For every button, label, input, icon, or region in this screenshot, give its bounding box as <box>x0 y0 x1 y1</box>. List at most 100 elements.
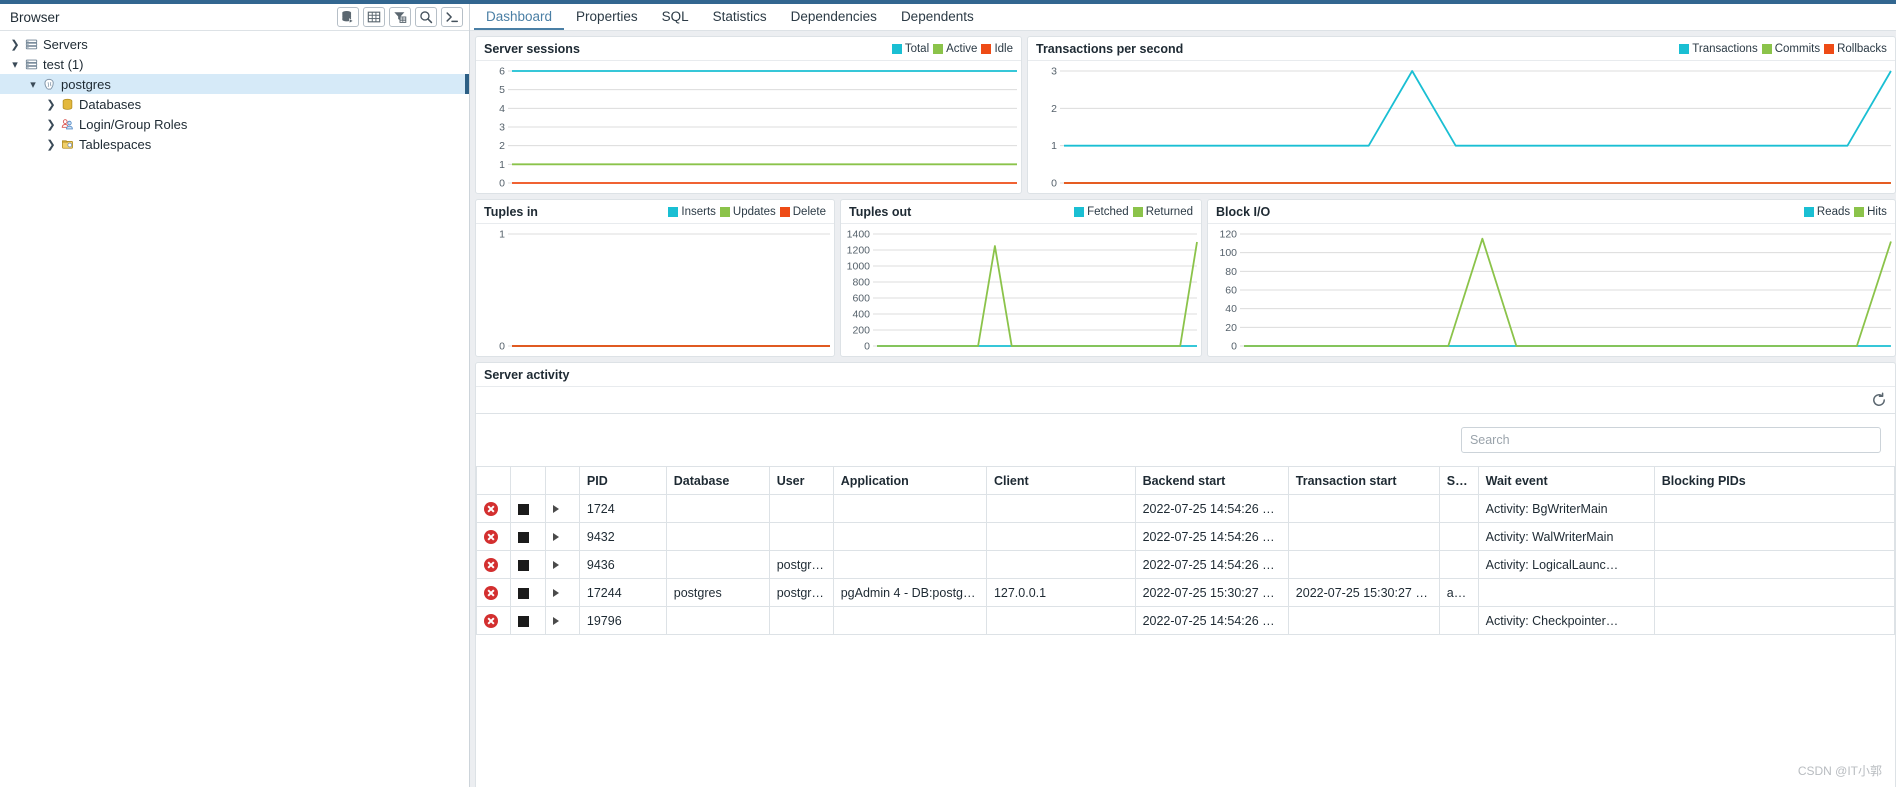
main-panel: Dashboard Properties SQL Statistics Dependen… <box>470 4 1896 787</box>
column-header-database[interactable]: Database <box>665 466 770 495</box>
cell-pid: 17244 <box>578 578 667 607</box>
chevron-right-icon[interactable]: ❯ <box>44 138 58 151</box>
table-row[interactable]: 9436 postgr… 2022-07-25 14:54:26 … Activity… <box>476 550 1895 579</box>
stop-square-cell[interactable] <box>510 522 546 551</box>
legend-label: Delete <box>792 205 826 218</box>
legend-item[interactable]: Hits <box>1854 206 1887 218</box>
cancel-circle-icon[interactable] <box>484 613 498 628</box>
tab-dependents[interactable]: Dependents <box>889 4 986 30</box>
stop-square-icon[interactable] <box>518 503 530 515</box>
chevron-right-icon[interactable]: ❯ <box>8 38 22 51</box>
table-row[interactable]: 17244 postgres postgr… pgAdmin 4 - DB:postg… <box>476 578 1895 607</box>
cancel-circle-cell[interactable] <box>476 522 512 551</box>
column-header-user[interactable]: User <box>768 466 834 495</box>
cell-state <box>1438 550 1479 579</box>
column-header-wait-event[interactable]: Wait event <box>1477 466 1655 495</box>
stop-square-icon[interactable] <box>518 559 530 571</box>
expand-arrow-icon[interactable] <box>552 589 559 598</box>
card-title: Server sessions <box>484 41 580 56</box>
cancel-circle-icon[interactable] <box>484 501 498 516</box>
legend-item[interactable]: Commits <box>1761 43 1820 55</box>
browser-sidebar: Browser ❯ Servers ▾ test (1) ▾ postgres … <box>0 4 470 787</box>
stop-square-icon[interactable] <box>518 615 530 627</box>
tab-sql[interactable]: SQL <box>650 4 701 30</box>
tree-item-test-1[interactable]: ▾ test (1) <box>0 54 469 74</box>
column-header-blank[interactable] <box>476 466 512 495</box>
terminal-icon[interactable] <box>441 7 463 27</box>
tree-item-tablespaces[interactable]: ❯ Tablespaces <box>0 134 469 154</box>
chevron-right-icon[interactable]: ❯ <box>44 118 58 131</box>
tab-properties[interactable]: Properties <box>564 4 650 30</box>
refresh-icon[interactable] <box>1869 390 1889 410</box>
search-input[interactable] <box>1460 427 1881 453</box>
tree-item-databases[interactable]: ❯ Databases <box>0 94 469 114</box>
stop-square-icon[interactable] <box>518 587 530 599</box>
search-icon[interactable] <box>415 7 437 27</box>
table-row[interactable]: 19796 2022-07-25 14:54:26 … Activity: Chec… <box>476 606 1895 635</box>
tree-item-postgres[interactable]: ▾ postgres <box>0 74 469 94</box>
column-header-state[interactable]: State <box>1438 466 1479 495</box>
tab-dependencies[interactable]: Dependencies <box>779 4 889 30</box>
column-header-blank[interactable] <box>544 466 580 495</box>
legend-item[interactable]: Delete <box>779 205 826 218</box>
column-header-application[interactable]: Application <box>832 466 987 495</box>
expand-arrow-icon[interactable] <box>552 505 559 514</box>
expand-arrow-cell[interactable] <box>544 550 580 579</box>
legend-item[interactable]: Fetched <box>1074 206 1129 218</box>
tree-item-servers[interactable]: ❯ Servers <box>0 34 469 54</box>
object-tree[interactable]: ❯ Servers ▾ test (1) ▾ postgres ❯ Databases ❯ Log… <box>0 31 469 787</box>
stop-square-icon[interactable] <box>518 531 530 543</box>
cancel-circle-icon[interactable] <box>484 529 498 544</box>
tab-dashboard[interactable]: Dashboard <box>474 4 565 30</box>
column-header-pid[interactable]: PID <box>578 466 667 495</box>
cancel-circle-cell[interactable] <box>476 550 512 579</box>
table-row[interactable]: 9432 2022-07-25 14:54:26 … Activity: WalWr… <box>476 522 1895 551</box>
tree-item-login-group-roles[interactable]: ❯ Login/Group Roles <box>0 114 469 134</box>
cancel-circle-icon[interactable] <box>484 585 498 600</box>
legend-item[interactable]: Transactions <box>1679 43 1758 55</box>
chevron-down-icon[interactable]: ▾ <box>26 78 40 91</box>
cell-wait-event <box>1477 578 1655 607</box>
column-header-transaction-start[interactable]: Transaction start <box>1287 466 1440 495</box>
expand-arrow-cell[interactable] <box>544 578 580 607</box>
grid-table-icon[interactable] <box>363 7 385 27</box>
legend-item[interactable]: Reads <box>1803 206 1850 218</box>
legend-item[interactable]: Total <box>891 43 929 55</box>
expand-arrow-icon[interactable] <box>552 617 559 626</box>
browser-header: Browser <box>0 4 469 31</box>
expand-arrow-icon[interactable] <box>552 561 559 570</box>
stop-square-cell[interactable] <box>510 578 546 607</box>
cancel-circle-icon[interactable] <box>484 557 498 572</box>
cancel-circle-cell[interactable] <box>476 494 512 523</box>
legend-item[interactable]: Inserts <box>668 206 716 218</box>
table-row[interactable]: 1724 2022-07-25 14:54:26 … Activity: BgWri… <box>476 494 1895 523</box>
object-explorer-icon[interactable] <box>337 7 359 27</box>
chevron-right-icon[interactable]: ❯ <box>44 98 58 111</box>
column-header-blocking-pids[interactable]: Blocking PIDs <box>1653 466 1895 495</box>
legend-item[interactable]: Rollbacks <box>1824 43 1887 55</box>
sessions-grid[interactable]: PID Database User Application Client Backend … <box>476 466 1895 787</box>
cancel-circle-cell[interactable] <box>476 606 512 635</box>
expand-arrow-icon[interactable] <box>552 533 559 542</box>
expand-arrow-cell[interactable] <box>544 494 580 523</box>
cell-wait-event: Activity: BgWriterMain <box>1477 494 1655 523</box>
expand-arrow-cell[interactable] <box>544 522 580 551</box>
svg-text:1400: 1400 <box>847 229 871 241</box>
column-header-client[interactable]: Client <box>985 466 1136 495</box>
stop-square-cell[interactable] <box>510 494 546 523</box>
stop-square-cell[interactable] <box>510 550 546 579</box>
chevron-down-icon[interactable]: ▾ <box>8 58 22 71</box>
legend-item[interactable]: Active <box>933 43 977 55</box>
legend-item[interactable]: Updates <box>719 206 776 218</box>
stop-square-cell[interactable] <box>510 606 546 635</box>
legend-item[interactable]: Idle <box>981 43 1013 55</box>
column-header-blank[interactable] <box>510 466 546 495</box>
tab-statistics[interactable]: Statistics <box>701 4 779 30</box>
legend-item[interactable]: Returned <box>1132 206 1193 218</box>
column-header-backend-start[interactable]: Backend start <box>1134 466 1289 495</box>
legend-swatch <box>668 206 679 217</box>
cancel-circle-cell[interactable] <box>476 578 512 607</box>
filter-table-icon[interactable] <box>389 7 411 27</box>
cell-wait-event: Activity: LogicalLaunc… <box>1477 550 1655 579</box>
expand-arrow-cell[interactable] <box>544 606 580 635</box>
